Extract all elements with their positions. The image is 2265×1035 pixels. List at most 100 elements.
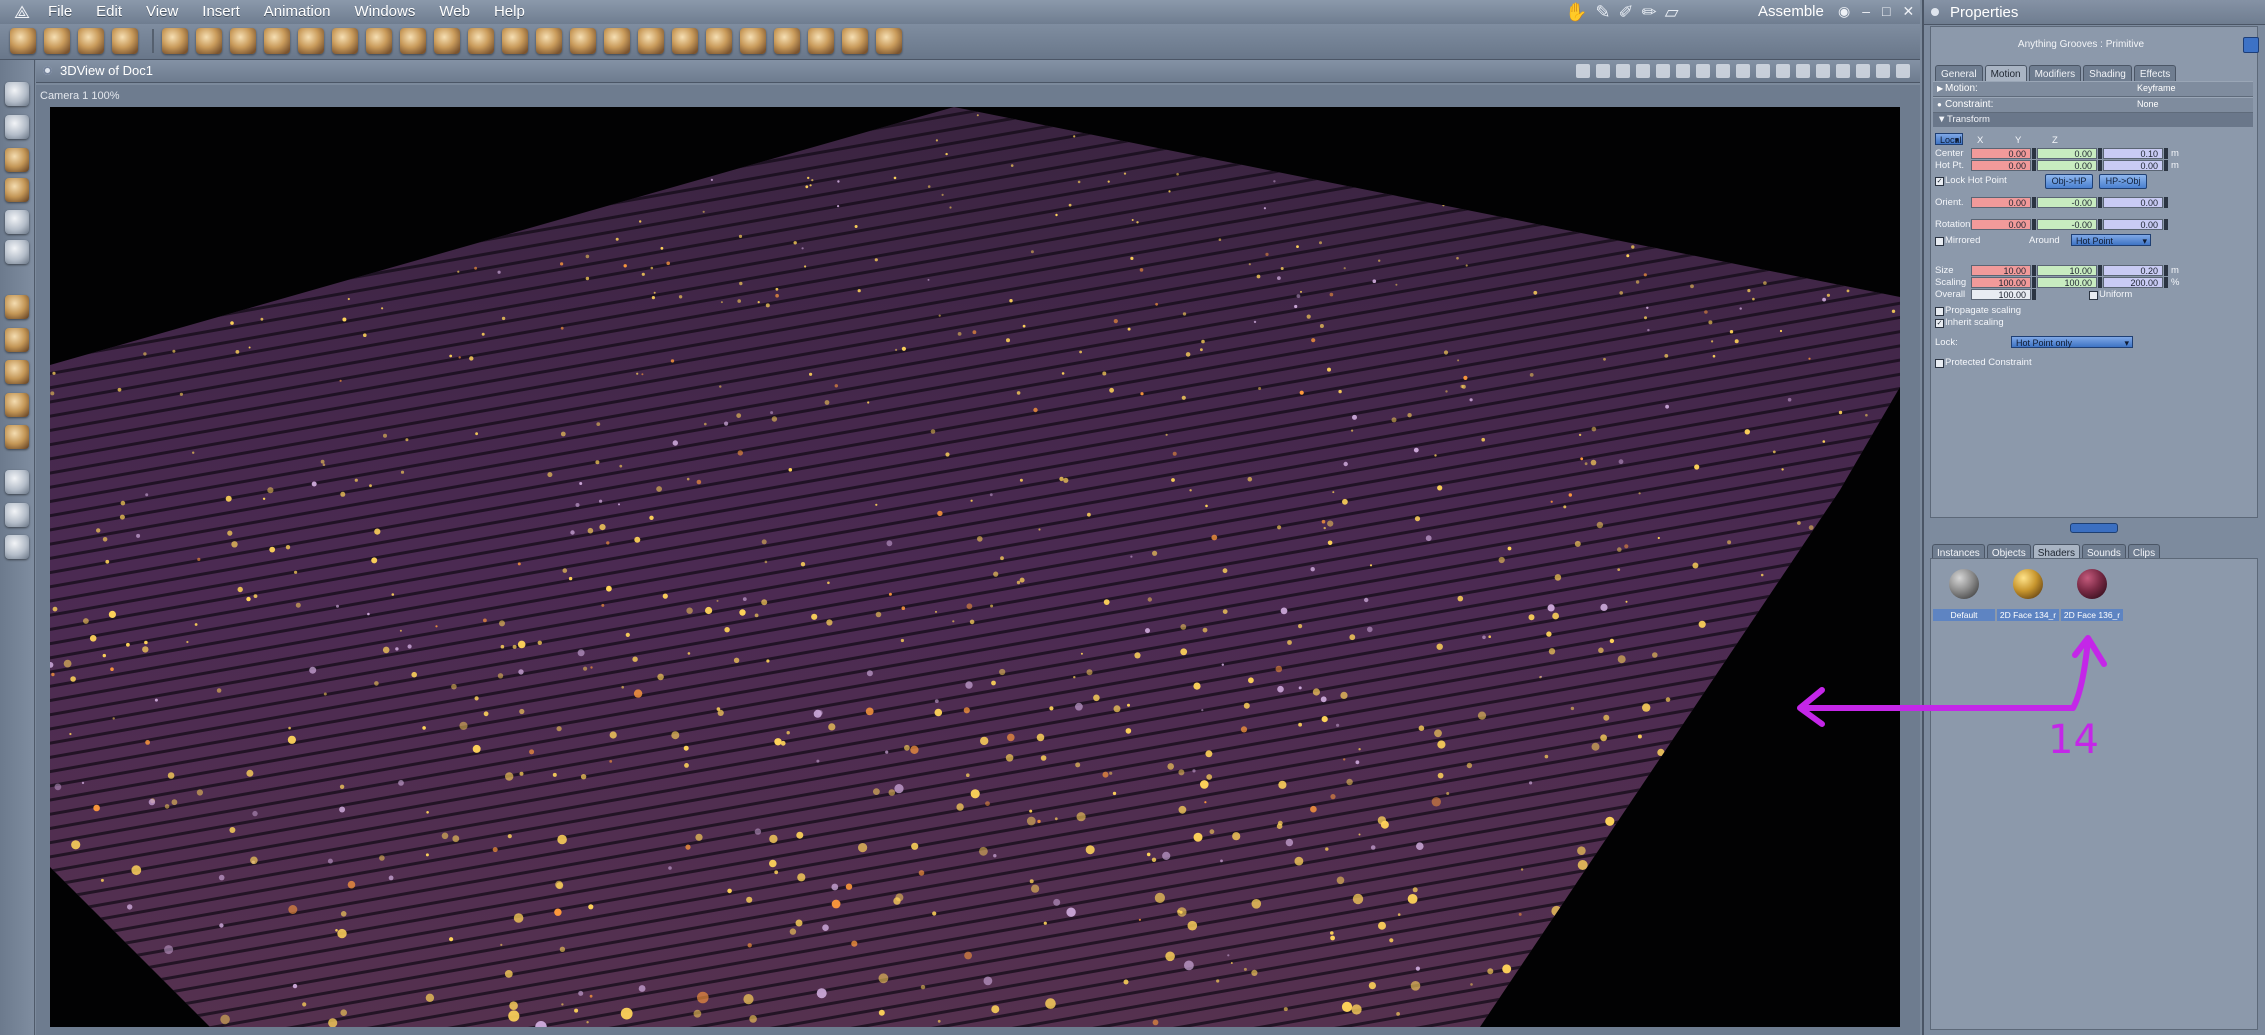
lock-hot-point-checkbox[interactable]: ✓ <box>1935 177 1944 186</box>
inherit-scaling-checkbox[interactable]: ✓ <box>1935 319 1944 328</box>
tree-tool-icon[interactable] <box>502 28 528 54</box>
move-all-icon[interactable] <box>5 393 29 417</box>
wand-tool-icon[interactable] <box>78 28 104 54</box>
house-tool-icon[interactable] <box>604 28 630 54</box>
cube-front-icon[interactable] <box>1736 64 1750 78</box>
light-icon[interactable] <box>1796 64 1810 78</box>
menu-help[interactable]: Help <box>494 3 525 20</box>
triple-view-icon[interactable] <box>1716 64 1730 78</box>
viewport[interactable] <box>36 85 1920 1035</box>
maximize-icon[interactable]: □ <box>1882 3 1890 20</box>
menu-view[interactable]: View <box>146 3 178 20</box>
hotpt-z-stepper[interactable] <box>2164 160 2168 171</box>
collapse-triangle-icon[interactable]: ▼ <box>1937 114 1946 125</box>
box-icon[interactable] <box>1836 64 1850 78</box>
snap-icon[interactable] <box>1636 64 1650 78</box>
pencil-room-icon[interactable]: ✏ <box>1642 2 1657 23</box>
hp-to-obj-button[interactable]: HP->Obj <box>2099 174 2147 189</box>
scaling-z-stepper[interactable] <box>2164 277 2168 288</box>
orient-x-field[interactable]: 0.00 <box>1971 197 2031 208</box>
shaded-icon[interactable] <box>1856 64 1870 78</box>
center-x-field[interactable]: 0.00 <box>1971 148 2031 159</box>
expand-triangle-icon[interactable]: ▶ <box>1937 84 1943 93</box>
menu-windows[interactable]: Windows <box>355 3 416 20</box>
rock-tool-icon[interactable] <box>672 28 698 54</box>
rotation-y-stepper[interactable] <box>2098 219 2102 230</box>
propagate-scaling-checkbox[interactable] <box>1935 307 1944 316</box>
constraint-value[interactable]: None <box>2137 99 2159 109</box>
eye-icon[interactable]: ◉ <box>1838 3 1850 20</box>
wire-icon[interactable] <box>1816 64 1830 78</box>
tab-effects[interactable]: Effects <box>2133 65 2177 82</box>
shader-2d-face-136[interactable]: 2D Face 136_r <box>2061 563 2123 621</box>
target-tool-icon[interactable] <box>842 28 868 54</box>
bone-tool-icon[interactable] <box>876 28 902 54</box>
around-select[interactable]: Hot Point <box>2071 234 2151 247</box>
panel-splitter[interactable] <box>2070 523 2118 533</box>
landscape-tool-icon[interactable] <box>400 28 426 54</box>
orient-x-stepper[interactable] <box>2032 197 2036 208</box>
scaling-y-stepper[interactable] <box>2098 277 2102 288</box>
rotate-icon[interactable] <box>5 148 29 172</box>
tab-motion[interactable]: Motion <box>1984 65 2027 82</box>
size-x-stepper[interactable] <box>2032 265 2036 276</box>
render-icon[interactable] <box>1896 64 1910 78</box>
center-x-stepper[interactable] <box>2032 148 2036 159</box>
tab-modifiers[interactable]: Modifiers <box>2028 65 2082 82</box>
shader-2d-face-134[interactable]: 2D Face 134_r <box>1997 563 2059 621</box>
size-y-stepper[interactable] <box>2098 265 2102 276</box>
menu-file[interactable]: File <box>48 3 72 20</box>
menu-web[interactable]: Web <box>439 3 470 20</box>
panel-menu-icon[interactable] <box>1931 8 1939 16</box>
grab-tool-icon[interactable] <box>44 28 70 54</box>
rotation-y-field[interactable]: -0.00 <box>2037 219 2097 230</box>
rotation-z-stepper[interactable] <box>2164 219 2168 230</box>
mirrored-checkbox[interactable] <box>1935 237 1944 246</box>
move-z-icon[interactable] <box>5 360 29 384</box>
select-arrow-icon[interactable] <box>5 82 29 106</box>
shell-tool-icon[interactable] <box>706 28 732 54</box>
gear-tool-icon[interactable] <box>366 28 392 54</box>
terrain-tool-icon[interactable] <box>536 28 562 54</box>
split-view-icon[interactable] <box>1676 64 1690 78</box>
single-view-icon[interactable] <box>1656 64 1670 78</box>
splash-tool-icon[interactable] <box>774 28 800 54</box>
agl-tool-icon[interactable] <box>570 28 596 54</box>
object-jump-button[interactable] <box>2243 37 2259 53</box>
obj-to-hp-button[interactable]: Obj->HP <box>2045 174 2093 189</box>
motion-row[interactable]: ▶ Motion: Keyframe <box>1933 81 2253 97</box>
truck-tool-icon[interactable] <box>162 28 188 54</box>
menu-insert[interactable]: Insert <box>202 3 240 20</box>
pan-hand-icon[interactable] <box>5 503 29 527</box>
cube-top-icon[interactable] <box>1776 64 1790 78</box>
quad-view-icon[interactable] <box>1696 64 1710 78</box>
axis-icon[interactable] <box>1576 64 1590 78</box>
hotpt-x-stepper[interactable] <box>2032 160 2036 171</box>
menu-animation[interactable]: Animation <box>264 3 331 20</box>
pen-room-icon[interactable]: ✐ <box>1619 2 1634 23</box>
grid-icon[interactable] <box>1596 64 1610 78</box>
camera-label[interactable]: Camera 1 100% <box>40 90 120 102</box>
bridge-tool-icon[interactable] <box>196 28 222 54</box>
text-tool-icon[interactable] <box>332 28 358 54</box>
transform-header[interactable]: ▼ Transform <box>1933 113 2253 127</box>
paint-tool-icon[interactable] <box>112 28 138 54</box>
hotpt-y-stepper[interactable] <box>2098 160 2102 171</box>
rotation-z-field[interactable]: 0.00 <box>2103 219 2163 230</box>
cube-side-icon[interactable] <box>1756 64 1770 78</box>
protected-constraint-checkbox[interactable] <box>1935 359 1944 368</box>
rotation-x-field[interactable]: 0.00 <box>1971 219 2031 230</box>
hotpt-z-field[interactable]: 0.00 <box>2103 160 2163 171</box>
scaling-z-field[interactable]: 200.00 <box>2103 277 2163 288</box>
orient-z-stepper[interactable] <box>2164 197 2168 208</box>
menu-edit[interactable]: Edit <box>96 3 122 20</box>
hand-tool-icon[interactable] <box>468 28 494 54</box>
scaling-y-field[interactable]: 100.00 <box>2037 277 2097 288</box>
orient-z-field[interactable]: 0.00 <box>2103 197 2163 208</box>
pointer-tool-icon[interactable] <box>10 28 36 54</box>
close-icon[interactable]: ✕ <box>1902 3 1914 20</box>
tab-general[interactable]: General <box>1935 65 1983 82</box>
uniform-checkbox[interactable] <box>2089 291 2098 300</box>
pin-tool-icon[interactable] <box>740 28 766 54</box>
zoom-magnifier-icon[interactable] <box>5 535 29 559</box>
